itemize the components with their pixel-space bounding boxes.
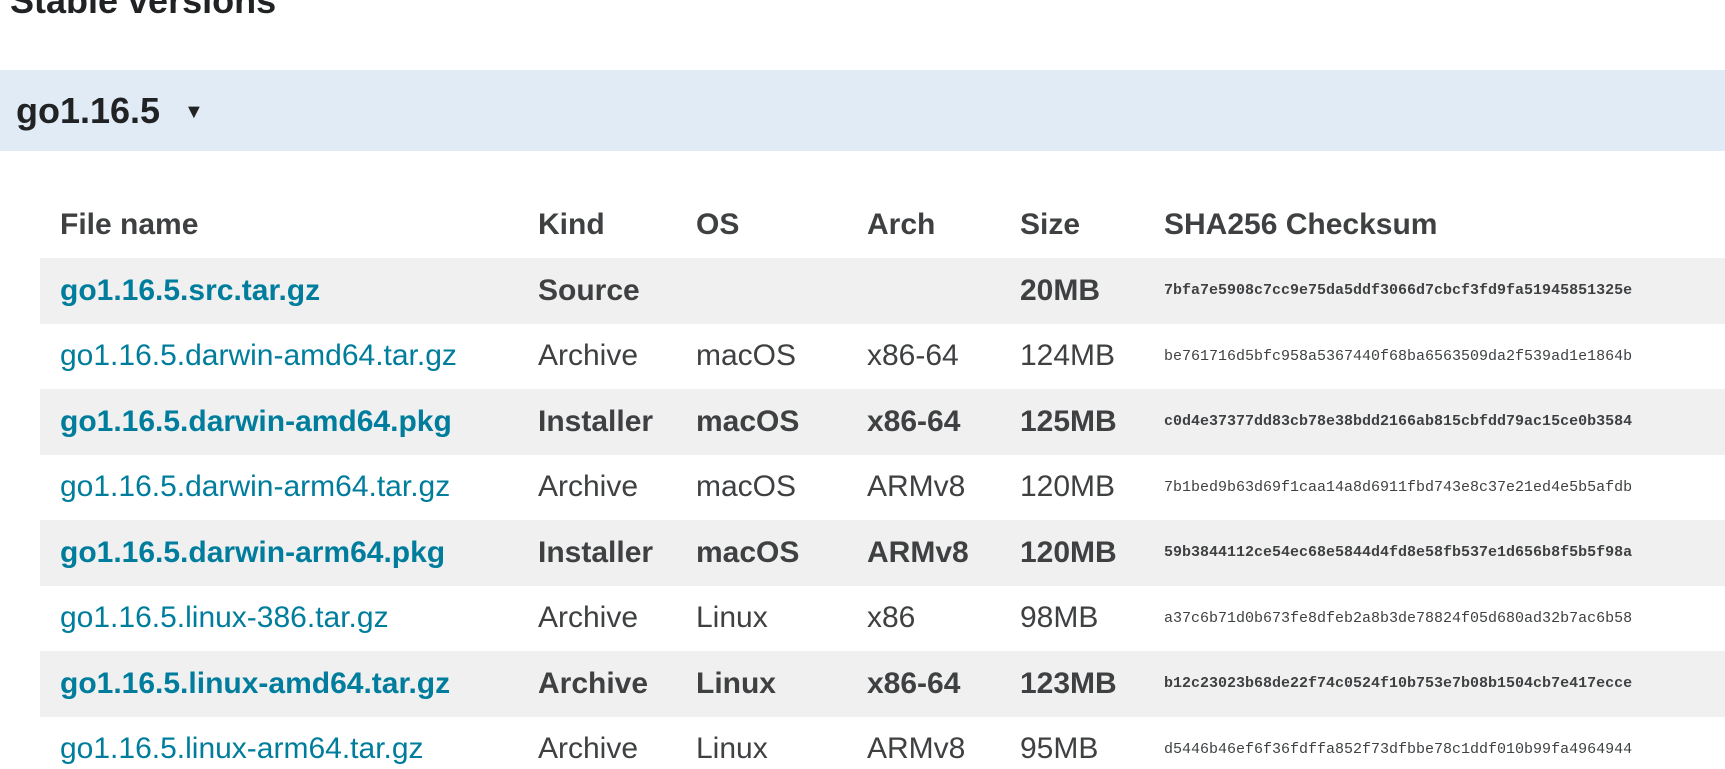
header-size: Size [1020, 208, 1081, 241]
size-cell: 124MB [1020, 339, 1116, 373]
kind-cell: Source [518, 258, 676, 324]
kind-cell: Archive [538, 732, 639, 766]
file-link[interactable]: go1.16.5.linux-arm64.tar.gz [60, 732, 424, 765]
file-link[interactable]: go1.16.5.src.tar.gz [60, 274, 320, 307]
file-link[interactable]: go1.16.5.linux-386.tar.gz [60, 601, 389, 634]
checksum-cell: be761716d5bfc958a5367440f68ba6563509da2f… [1164, 347, 1633, 365]
file-cell: go1.16.5.linux-amd64.tar.gz [40, 651, 518, 717]
os-cell: macOS [676, 389, 847, 455]
header-checksum: SHA256 Checksum [1164, 208, 1438, 241]
file-link[interactable]: go1.16.5.darwin-arm64.pkg [60, 536, 445, 569]
arch-cell [847, 258, 1000, 324]
size-cell: 120MB [1000, 520, 1144, 586]
section-title: Stable versions [10, 0, 277, 21]
file-link[interactable]: go1.16.5.linux-amd64.tar.gz [60, 667, 450, 700]
file-cell: go1.16.5.darwin-arm64.pkg [40, 520, 518, 586]
checksum-cell: d5446b46ef6f36fdffa852f73dfbbe78c1ddf010… [1164, 740, 1633, 758]
file-cell: go1.16.5.darwin-amd64.pkg [40, 389, 518, 455]
header-os: OS [696, 208, 740, 241]
arch-cell: ARMv8 [867, 470, 966, 504]
table-row: go1.16.5.darwin-amd64.tar.gz Archive mac… [40, 324, 1725, 390]
table-row: go1.16.5.darwin-amd64.pkg Installer macO… [40, 389, 1725, 455]
file-link[interactable]: go1.16.5.darwin-amd64.tar.gz [60, 339, 457, 372]
arch-cell: x86-64 [847, 389, 1000, 455]
checksum-cell: 7bfa7e5908c7cc9e75da5ddf3066d7cbcf3fd9fa… [1144, 258, 1725, 324]
checksum-cell: 59b3844112ce54ec68e5844d4fd8e58fb537e1d6… [1144, 520, 1725, 586]
arch-cell: x86-64 [867, 339, 959, 373]
version-toggle[interactable]: go1.16.5 ▼ [0, 70, 1725, 151]
file-link[interactable]: go1.16.5.darwin-arm64.tar.gz [60, 470, 450, 503]
os-cell: Linux [696, 601, 768, 635]
checksum-cell: 7b1bed9b63d69f1caa14a8d6911fbd743e8c37e2… [1164, 478, 1633, 496]
file-cell: go1.16.5.darwin-arm64.tar.gz [40, 455, 518, 521]
arch-cell: ARMv8 [847, 520, 1000, 586]
arch-cell: x86 [867, 601, 916, 635]
kind-cell: Archive [538, 601, 639, 635]
os-cell: Linux [696, 732, 768, 766]
kind-cell: Archive [538, 470, 639, 504]
header-file-name: File name [60, 208, 199, 241]
file-link[interactable]: go1.16.5.darwin-amd64.pkg [60, 405, 452, 438]
os-cell: macOS [696, 339, 797, 373]
arch-cell: ARMv8 [867, 732, 966, 766]
kind-cell: Archive [538, 339, 639, 373]
file-cell: go1.16.5.src.tar.gz [40, 258, 518, 324]
table-row: go1.16.5.src.tar.gz Source 20MB 7bfa7e59… [40, 258, 1725, 324]
checksum-cell: c0d4e37377dd83cb78e38bdd2166ab815cbfdd79… [1144, 389, 1725, 455]
downloads-table: File name Kind OS Arch Size SHA256 Check… [40, 192, 1725, 769]
table-row: go1.16.5.linux-amd64.tar.gz Archive Linu… [40, 651, 1725, 717]
kind-cell: Installer [518, 389, 676, 455]
size-cell: 95MB [1020, 732, 1099, 766]
os-cell [676, 258, 847, 324]
size-cell: 123MB [1000, 651, 1144, 717]
caret-down-icon: ▼ [184, 101, 204, 123]
size-cell: 120MB [1020, 470, 1116, 504]
header-kind: Kind [538, 208, 605, 241]
table-row: go1.16.5.darwin-arm64.tar.gz Archive mac… [40, 455, 1725, 521]
table-header-row: File name Kind OS Arch Size SHA256 Check… [40, 192, 1725, 258]
os-cell: macOS [696, 470, 797, 504]
kind-cell: Installer [518, 520, 676, 586]
size-cell: 20MB [1000, 258, 1144, 324]
kind-cell: Archive [518, 651, 676, 717]
size-cell: 98MB [1020, 601, 1099, 635]
table-row: go1.16.5.darwin-arm64.pkg Installer macO… [40, 520, 1725, 586]
header-arch: Arch [867, 208, 936, 241]
file-cell: go1.16.5.linux-386.tar.gz [40, 586, 518, 652]
table-row: go1.16.5.linux-386.tar.gz Archive Linux … [40, 586, 1725, 652]
downloads-page: Stable versions go1.16.5 ▼ File name Kin… [0, 0, 1725, 769]
file-cell: go1.16.5.linux-arm64.tar.gz [40, 717, 518, 769]
os-cell: macOS [676, 520, 847, 586]
version-label: go1.16.5 [16, 90, 161, 131]
file-cell: go1.16.5.darwin-amd64.tar.gz [40, 324, 518, 390]
os-cell: Linux [676, 651, 847, 717]
size-cell: 125MB [1000, 389, 1144, 455]
checksum-cell: a37c6b71d0b673fe8dfeb2a8b3de78824f05d680… [1164, 609, 1633, 627]
table-row: go1.16.5.linux-arm64.tar.gz Archive Linu… [40, 717, 1725, 769]
arch-cell: x86-64 [847, 651, 1000, 717]
checksum-cell: b12c23023b68de22f74c0524f10b753e7b08b150… [1144, 651, 1725, 717]
